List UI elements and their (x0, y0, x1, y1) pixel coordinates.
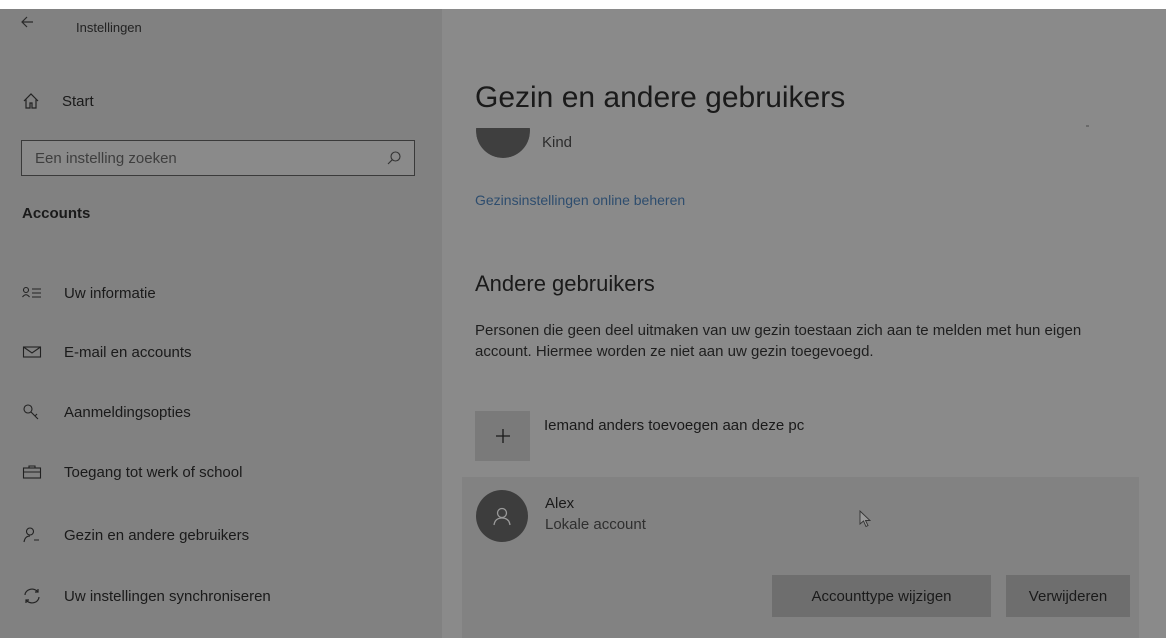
search-input[interactable] (22, 141, 386, 175)
mail-icon (22, 343, 42, 361)
sidebar-item-uw-informatie[interactable]: Uw informatie (22, 279, 422, 307)
mouse-pointer-icon (859, 509, 873, 528)
sidebar: Instellingen Start Accounts Uw informati… (0, 9, 442, 638)
settings-window: Instellingen Start Accounts Uw informati… (0, 9, 1166, 638)
scrollbar-indicator[interactable] (1086, 125, 1089, 127)
start-label: Start (62, 92, 94, 110)
sidebar-item-label: Gezin en andere gebruikers (64, 526, 250, 544)
remove-user-button[interactable]: Verwijderen (1006, 575, 1130, 617)
page-title: Gezin en andere gebruikers (475, 81, 846, 114)
window-title: Instellingen (76, 20, 142, 35)
sidebar-item-synchroniseren[interactable]: Uw instellingen synchroniseren (22, 582, 422, 610)
user-avatar (476, 490, 528, 542)
briefcase-icon (22, 463, 42, 481)
sidebar-item-label: Toegang tot werk of school (64, 463, 243, 481)
add-other-user-button[interactable]: Iemand anders toevoegen aan deze pc (475, 411, 804, 461)
other-users-heading: Andere gebruikers (475, 271, 655, 296)
sync-icon (22, 587, 42, 605)
person-info-icon (22, 284, 42, 302)
other-users-description: Personen die geen deel uitmaken van uw g… (475, 322, 1082, 360)
user-account-type: Lokale account (545, 516, 646, 533)
family-settings-link[interactable]: Gezinsinstellingen online beheren (475, 192, 685, 208)
plus-icon (475, 411, 530, 461)
family-member-avatar[interactable] (476, 128, 530, 158)
family-member-role: Kind (542, 134, 573, 151)
person-add-icon (22, 526, 42, 544)
settings-search-box[interactable] (21, 140, 415, 176)
key-icon (22, 403, 42, 421)
sidebar-item-label: E-mail en accounts (64, 343, 192, 361)
title-bar: Instellingen (0, 9, 442, 49)
sidebar-item-werk-school[interactable]: Toegang tot werk of school (22, 458, 422, 486)
sidebar-item-gezin-gebruikers[interactable]: Gezin en andere gebruikers (22, 521, 422, 549)
sidebar-item-label: Uw informatie (64, 284, 156, 302)
start-nav-item[interactable]: Start (22, 89, 94, 113)
change-account-type-button[interactable]: Accounttype wijzigen (772, 575, 991, 617)
section-heading-accounts: Accounts (22, 205, 91, 222)
user-card-alex[interactable]: Alex Lokale account Accounttype wijzigen… (462, 477, 1139, 638)
sidebar-item-email-accounts[interactable]: E-mail en accounts (22, 338, 422, 366)
user-name: Alex (545, 495, 575, 512)
search-icon[interactable] (386, 150, 402, 166)
sidebar-item-aanmeldingsopties[interactable]: Aanmeldingsopties (22, 398, 422, 426)
sidebar-item-label: Aanmeldingsopties (64, 403, 191, 421)
home-icon (22, 92, 40, 110)
add-user-label: Iemand anders toevoegen aan deze pc (544, 417, 805, 434)
sidebar-item-label: Uw instellingen synchroniseren (64, 587, 271, 605)
main-content: Gezin en andere gebruikers Kind Gezinsin… (442, 9, 1166, 638)
back-arrow-icon[interactable] (18, 15, 36, 33)
